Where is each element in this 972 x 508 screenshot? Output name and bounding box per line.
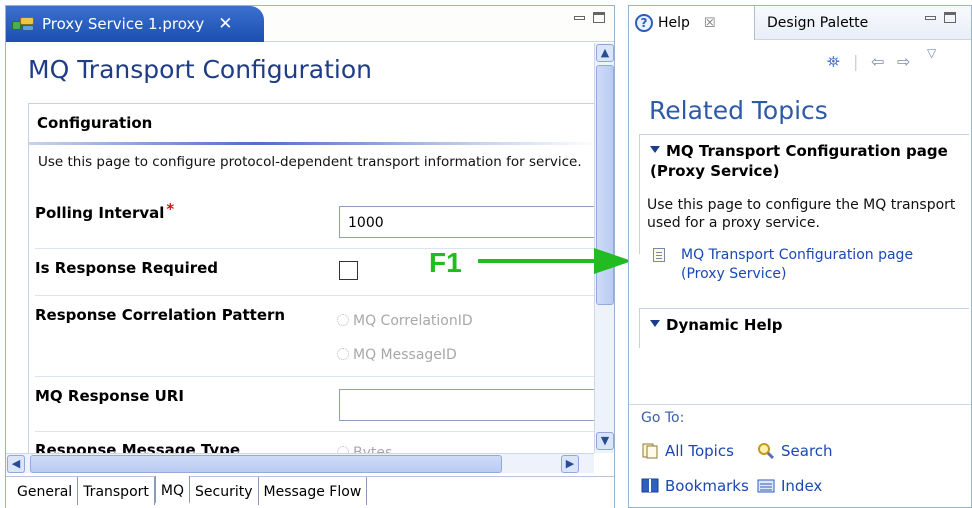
bookmarks-icon <box>641 478 659 493</box>
tab-design-palette[interactable]: Design Palette <box>767 15 868 31</box>
document-icon <box>653 248 665 262</box>
horizontal-scroll-thumb[interactable] <box>30 455 502 473</box>
response-message-type-label: Response Message Type <box>35 441 241 453</box>
related-topic-link[interactable]: MQ Transport Configuration page (Proxy S… <box>681 246 961 284</box>
tab-general[interactable]: General <box>12 477 79 505</box>
scroll-right-icon[interactable]: ▶ <box>561 455 579 473</box>
radio-label: MQ MessageID <box>353 347 457 363</box>
all-topics-link[interactable]: All Topics <box>641 442 734 460</box>
f1-arrow-icon <box>478 248 632 274</box>
radio-label: Bytes <box>353 445 393 453</box>
bookmarks-link[interactable]: Bookmarks <box>641 477 749 495</box>
editor-window-controls <box>574 12 605 28</box>
dynamic-help-heading: Dynamic Help <box>666 316 783 334</box>
row-divider <box>35 376 594 377</box>
radio-button-icon <box>337 446 349 453</box>
section-description: Use this page to configure protocol-depe… <box>38 154 582 170</box>
dynamic-help-section-title[interactable]: Dynamic Help <box>640 309 969 335</box>
related-topics-title: Related Topics <box>649 96 828 125</box>
page-title: MQ Transport Configuration <box>28 55 372 84</box>
radio-button-icon <box>337 314 349 326</box>
search-link[interactable]: Search <box>757 442 833 460</box>
close-icon[interactable]: ☒ <box>704 16 716 31</box>
maximize-icon[interactable] <box>593 12 605 23</box>
view-menu-icon[interactable]: ▽ <box>927 46 936 60</box>
bookmarks-label: Bookmarks <box>665 477 749 495</box>
back-arrow-icon[interactable]: ⇦ <box>871 52 884 71</box>
tab-transport[interactable]: Transport <box>78 477 155 505</box>
help-icon: ? <box>635 14 653 32</box>
mq-response-uri-label: MQ Response URI <box>35 387 184 405</box>
required-marker: * <box>166 200 175 218</box>
tab-security[interactable]: Security <box>190 477 259 505</box>
editor-tab-proxy-service[interactable]: Proxy Service 1.proxy ✕ <box>6 6 264 42</box>
index-label: Index <box>781 477 823 495</box>
related-topic-section-title[interactable]: MQ Transport Configuration page (Proxy S… <box>640 135 969 181</box>
search-icon <box>758 443 775 459</box>
horizontal-scrollbar[interactable]: ◀ ▶ <box>6 453 594 473</box>
radio-label: MQ CorrelationID <box>353 313 473 329</box>
mq-response-uri-input[interactable] <box>339 389 594 421</box>
tab-mq[interactable]: MQ <box>154 476 190 504</box>
scroll-left-icon[interactable]: ◀ <box>7 455 25 473</box>
editor-tab-bar: Proxy Service 1.proxy ✕ <box>6 6 614 42</box>
help-tab-bar: ? Help ☒ Design Palette <box>629 6 971 40</box>
index-link[interactable]: Index <box>757 477 822 495</box>
related-topic-description: Use this page to configure the MQ transp… <box>647 197 956 231</box>
help-toolbar: ⛯ | ⇦ ⇨ ▽ <box>629 46 971 82</box>
tab-message-flow[interactable]: Message Flow <box>259 477 368 505</box>
goto-divider <box>629 404 971 405</box>
dynamic-help-section: Dynamic Help <box>639 308 969 348</box>
help-window-controls <box>925 12 956 28</box>
editor-tab-label: Proxy Service 1.proxy <box>42 15 205 33</box>
forward-arrow-icon[interactable]: ⇨ <box>897 52 910 71</box>
proxy-service-icon <box>12 15 36 33</box>
section-title[interactable]: Configuration <box>29 104 594 142</box>
is-response-required-label: Is Response Required <box>35 259 219 277</box>
close-icon[interactable]: ✕ <box>218 14 232 34</box>
collapse-triangle-icon <box>650 146 660 153</box>
related-topic-section: MQ Transport Configuration page (Proxy S… <box>639 134 969 254</box>
minimize-icon[interactable] <box>925 16 936 20</box>
minimize-icon[interactable] <box>574 16 585 20</box>
f1-annotation-label: F1 <box>429 247 462 278</box>
row-divider <box>35 295 594 296</box>
toolbar-separator: | <box>853 52 859 71</box>
index-icon <box>757 479 775 493</box>
scroll-up-icon[interactable]: ▲ <box>596 44 614 62</box>
maximize-icon[interactable] <box>944 12 956 23</box>
radio-mq-correlation-id[interactable]: MQ CorrelationID <box>337 313 473 329</box>
page-tab-bar: General Transport MQ Security Message Fl… <box>6 476 614 508</box>
section-divider <box>29 142 594 145</box>
is-response-required-checkbox[interactable] <box>339 261 358 280</box>
help-panel: ? Help ☒ Design Palette ⛯ | ⇦ ⇨ ▽ Relate… <box>628 5 972 508</box>
polling-interval-input[interactable]: 1000 <box>339 206 594 238</box>
response-correlation-pattern-label: Response Correlation Pattern <box>35 306 286 324</box>
all-topics-label: All Topics <box>665 442 734 460</box>
related-topic-heading: MQ Transport Configuration page (Proxy S… <box>650 142 948 180</box>
polling-interval-label-text: Polling Interval <box>35 204 165 222</box>
polling-interval-label: Polling Interval * <box>35 200 174 222</box>
search-label: Search <box>781 442 833 460</box>
radio-button-icon <box>337 348 349 360</box>
show-in-contents-icon[interactable]: ⛯ <box>827 52 840 72</box>
all-topics-icon <box>642 443 658 459</box>
help-tab-label: Help <box>658 15 690 31</box>
radio-bytes[interactable]: Bytes <box>337 445 392 453</box>
radio-mq-message-id[interactable]: MQ MessageID <box>337 347 457 363</box>
tab-help[interactable]: ? Help ☒ <box>629 6 755 40</box>
goto-label: Go To: <box>641 410 685 426</box>
scroll-down-icon[interactable]: ▼ <box>596 432 614 450</box>
collapse-triangle-icon <box>650 320 660 327</box>
row-divider <box>35 431 594 432</box>
